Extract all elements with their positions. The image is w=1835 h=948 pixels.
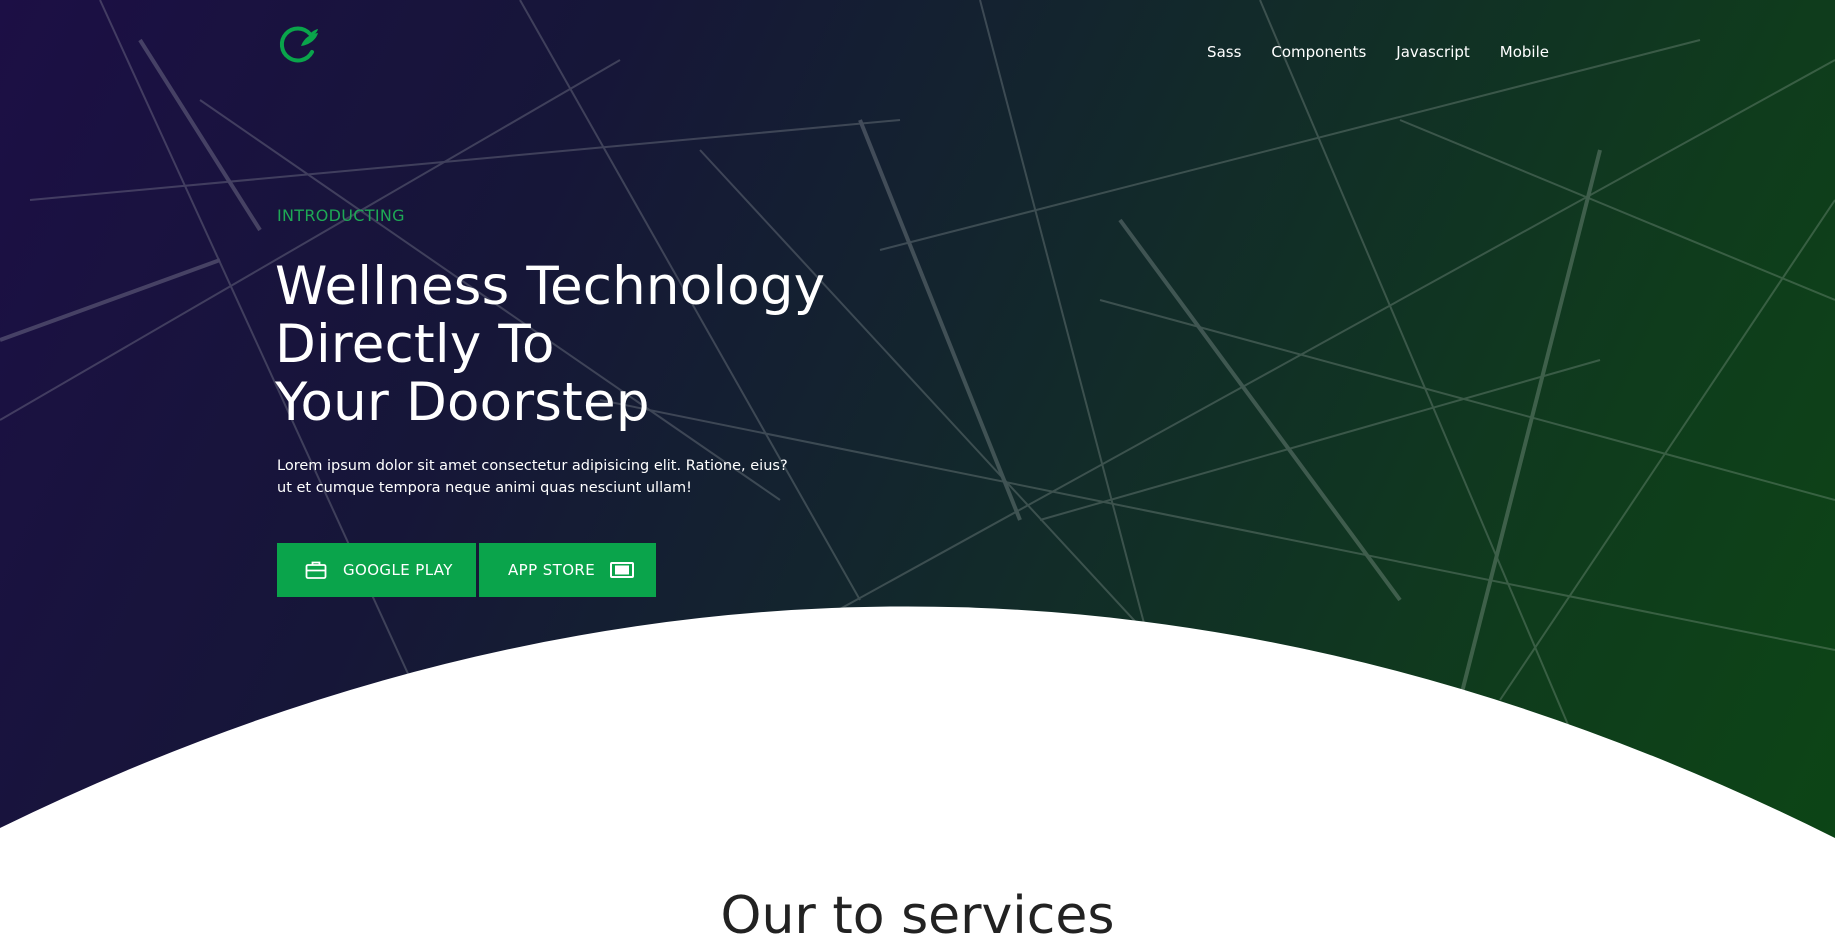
hero-headline-line: Directly To	[275, 314, 555, 375]
leaf-ring-logo-icon	[279, 26, 318, 63]
hero-eyebrow: INTRODUCTING	[277, 206, 405, 225]
app-store-label: APP STORE	[508, 561, 596, 579]
hero-lead-text: Lorem ipsum dolor sit amet consectetur a…	[277, 455, 837, 499]
nav-link-javascript[interactable]: Javascript	[1396, 43, 1469, 61]
nav-link-components[interactable]: Components	[1271, 43, 1366, 61]
hero-lead-line: ut et cumque tempora neque animi quas ne…	[277, 480, 692, 496]
hero-headline-line: Wellness Technology	[275, 256, 826, 317]
download-buttons: GOOGLE PLAY APP STORE	[277, 543, 656, 597]
google-play-label: GOOGLE PLAY	[343, 561, 453, 579]
services-title: Our to services	[720, 886, 1115, 946]
hero-lead-line: Lorem ipsum dolor sit amet consectetur a…	[277, 458, 788, 474]
navbar: Sass Components Javascript Mobile	[0, 0, 1835, 100]
hero-section: Sass Components Javascript Mobile INTROD…	[0, 0, 1835, 948]
nav-link-mobile[interactable]: Mobile	[1500, 43, 1549, 61]
tablet-icon	[610, 562, 635, 578]
hero-headline: Wellness Technology Directly To Your Doo…	[275, 258, 915, 432]
hero-bottom-curve	[0, 606, 1835, 948]
google-play-button[interactable]: GOOGLE PLAY	[277, 543, 476, 597]
nav-link-sass[interactable]: Sass	[1207, 43, 1241, 61]
briefcase-icon	[305, 560, 327, 580]
hero-headline-line: Your Doorstep	[275, 372, 650, 433]
app-store-button[interactable]: APP STORE	[479, 543, 656, 597]
nav-links: Sass Components Javascript Mobile	[1207, 43, 1549, 61]
brand-logo[interactable]	[276, 24, 328, 66]
